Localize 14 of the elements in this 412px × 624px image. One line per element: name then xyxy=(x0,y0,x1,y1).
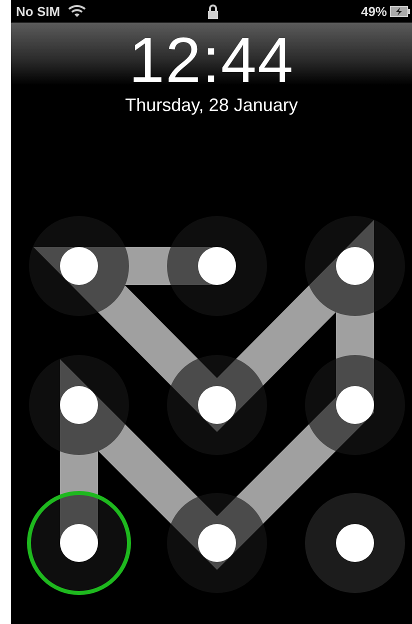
pattern-dot[interactable] xyxy=(167,355,267,455)
pattern-dot[interactable] xyxy=(305,355,405,455)
carrier-label: No SIM xyxy=(16,4,60,18)
wifi-icon xyxy=(68,4,86,18)
pattern-dot[interactable] xyxy=(167,216,267,316)
pattern-dot[interactable] xyxy=(29,216,129,316)
clock-time: 12:44 xyxy=(128,29,294,85)
pattern-dot[interactable] xyxy=(29,355,129,455)
lock-icon xyxy=(207,4,219,18)
pattern-dot[interactable] xyxy=(167,493,267,593)
battery-percent: 49% xyxy=(360,4,387,18)
pattern-dot[interactable] xyxy=(305,493,405,593)
date-label: Thursday, 28 January xyxy=(125,94,298,116)
pattern-dot[interactable] xyxy=(305,216,405,316)
